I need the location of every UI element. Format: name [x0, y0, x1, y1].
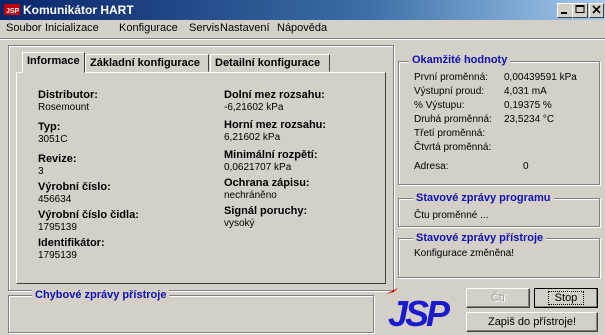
minimize-button[interactable] — [557, 3, 573, 18]
lower-limit-label: Dolní mez rozsahu: — [224, 89, 325, 101]
svg-text:JSP: JSP — [6, 8, 20, 15]
maximize-icon — [575, 5, 585, 13]
type-value: 3051C — [38, 134, 68, 145]
distributor-value: Rosemount — [38, 102, 90, 113]
serial-label: Výrobní číslo: — [38, 181, 111, 193]
fault-signal-label: Signál poruchy: — [224, 205, 308, 217]
instant-row-label: První proměnná: — [414, 72, 488, 83]
menu-napoveda[interactable]: Nápověda — [277, 22, 327, 34]
instant-row-value: 0,00439591 kPa — [504, 72, 577, 83]
main-window: JSP Komunikátor HART Soubor Inicializace… — [0, 0, 605, 335]
device-errors-title: Chybové zprávy přístroje — [32, 289, 170, 301]
app-icon: JSP — [4, 4, 20, 15]
title-bar[interactable]: JSP Komunikátor HART — [0, 0, 605, 20]
revision-value: 3 — [38, 166, 44, 177]
instant-values-title: Okamžité hodnoty — [409, 54, 511, 66]
tab-zakladni-konfigurace[interactable]: Základní konfigurace — [85, 54, 209, 72]
lower-limit-value: -6,21602 kPa — [224, 102, 284, 113]
menu-nastaveni[interactable]: Nastavení — [220, 22, 270, 34]
menu-separator-highlight — [0, 39, 605, 40]
serial-value: 456634 — [38, 194, 72, 205]
instant-row-label: Čtvrtá proměnná: — [414, 142, 492, 153]
instant-row-value: 0 — [523, 161, 529, 172]
maximize-button[interactable] — [572, 3, 588, 18]
instant-row-label: Výstupní proud: — [414, 86, 485, 97]
instant-row-value: 4,031 mA — [504, 86, 547, 97]
read-button[interactable]: Čtí — [466, 288, 530, 308]
write-button-label: Zapiš do přístroje! — [487, 316, 577, 328]
tab-detailni-konfigurace[interactable]: Detailní konfigurace — [210, 54, 330, 72]
minimize-icon — [561, 12, 567, 14]
identifier-value: 1795139 — [38, 250, 77, 261]
program-status-text: Čtu proměnné ... — [414, 210, 489, 221]
min-span-value: 0,0621707 kPa — [224, 162, 292, 173]
menu-inicializace[interactable]: Inicializace — [45, 22, 99, 34]
logo-text: JSP — [388, 293, 451, 332]
window-title: Komunikátor HART — [23, 3, 134, 17]
device-status-title: Stavové zprávy přístroje — [413, 232, 547, 244]
jsp-logo: JSP — [386, 288, 454, 332]
min-span-label: Minimální rozpětí: — [224, 149, 318, 161]
revision-label: Revize: — [38, 153, 77, 165]
stop-button-label: Stop — [547, 291, 585, 305]
read-button-label: Čtí — [490, 292, 506, 304]
device-status-text: Konfigurace změněna! — [414, 248, 515, 259]
instant-row-value: 23,5234 °C — [504, 114, 555, 125]
upper-limit-value: 6,21602 kPa — [224, 132, 281, 143]
instant-row-label: Druhá proměnná: — [414, 114, 492, 125]
info-tab-panel: Distributor: Rosemount Typ: 3051C Revize… — [16, 72, 386, 284]
write-protect-label: Ochrana zápisu: — [224, 177, 310, 189]
fault-signal-value: vysoký — [224, 218, 255, 229]
identifier-label: Identifikátor: — [38, 237, 105, 249]
instant-row-label: % Výstupu: — [414, 100, 465, 111]
close-icon — [592, 5, 601, 14]
instant-row-label: Adresa: — [414, 161, 449, 172]
instant-row-value: 0,19375 % — [504, 100, 552, 111]
tab-informace[interactable]: Informace — [22, 52, 85, 73]
program-status-title: Stavové zprávy programu — [413, 192, 554, 204]
type-label: Typ: — [38, 121, 61, 133]
upper-limit-label: Horní mez rozsahu: — [224, 119, 327, 131]
stop-button[interactable]: Stop — [534, 288, 598, 308]
distributor-label: Distributor: — [38, 89, 98, 101]
sensor-serial-value: 1795139 — [38, 222, 77, 233]
menu-bar: Soubor Inicializace Konfigurace Servis N… — [0, 20, 605, 38]
close-button[interactable] — [589, 3, 604, 18]
write-to-device-button[interactable]: Zapiš do přístroje! — [466, 312, 598, 332]
menu-servis[interactable]: Servis — [189, 22, 220, 34]
sensor-serial-label: Výrobní číslo čidla: — [38, 209, 139, 221]
menu-soubor[interactable]: Soubor — [6, 22, 41, 34]
instant-row-label: Třetí proměnná: — [414, 128, 486, 139]
menu-konfigurace[interactable]: Konfigurace — [119, 22, 178, 34]
write-protect-value: nechráněno — [224, 190, 277, 201]
